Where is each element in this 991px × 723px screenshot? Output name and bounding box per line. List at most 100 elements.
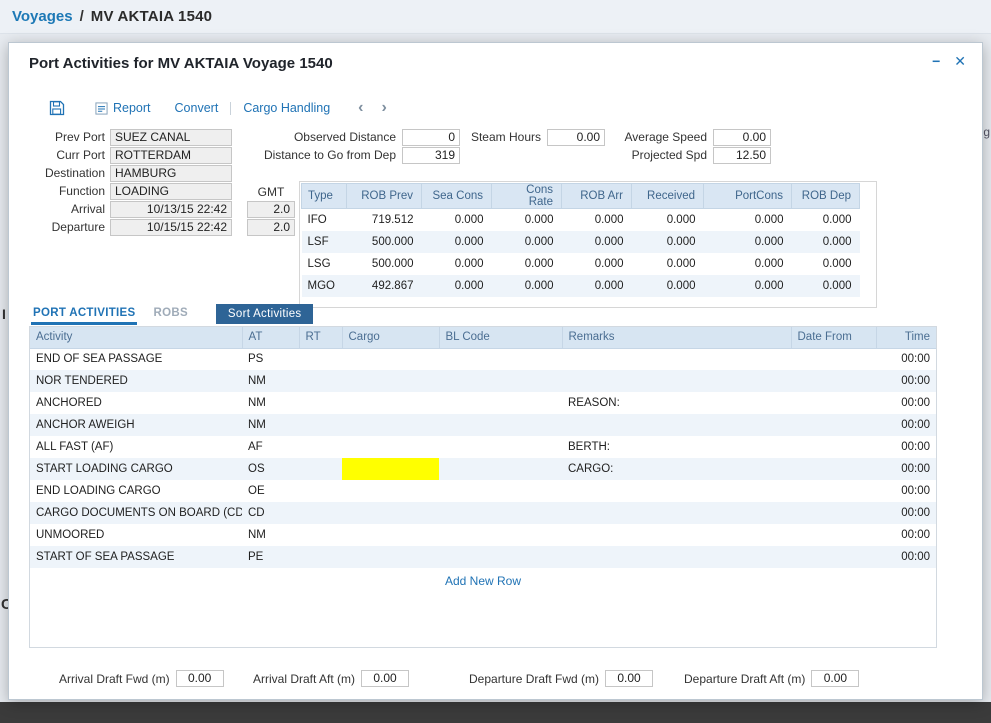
cargo-cell[interactable] (342, 370, 439, 392)
bl-code-cell[interactable] (439, 348, 562, 370)
rt-cell[interactable] (299, 546, 342, 568)
bl-code-cell[interactable] (439, 414, 562, 436)
tab-port-activities[interactable]: PORT ACTIVITIES (31, 304, 137, 325)
date-from-cell[interactable] (791, 458, 876, 480)
arrival-gmt-field[interactable]: 2.0 (247, 201, 295, 218)
date-from-cell[interactable] (791, 502, 876, 524)
time-cell[interactable]: 00:00 (876, 414, 936, 436)
rt-cell[interactable] (299, 392, 342, 414)
remarks-cell[interactable] (562, 414, 791, 436)
departure-gmt-field[interactable]: 2.0 (247, 219, 295, 236)
remarks-cell[interactable] (562, 370, 791, 392)
date-from-cell[interactable] (791, 480, 876, 502)
cargo-cell[interactable] (342, 458, 439, 480)
rob-type-cell[interactable]: LSF (302, 231, 347, 253)
remarks-cell[interactable]: REASON: (562, 392, 791, 414)
at-cell[interactable]: OE (242, 480, 299, 502)
time-cell[interactable]: 00:00 (876, 370, 936, 392)
at-cell[interactable]: NM (242, 414, 299, 436)
activity-cell[interactable]: ALL FAST (AF) (30, 436, 242, 458)
activity-cell[interactable]: ANCHORED (30, 392, 242, 414)
destination-field[interactable]: HAMBURG (110, 165, 232, 182)
bl-code-cell[interactable] (439, 436, 562, 458)
time-cell[interactable]: 00:00 (876, 458, 936, 480)
departure-date-field[interactable]: 10/15/15 22:42 (110, 219, 232, 236)
cargo-cell[interactable] (342, 436, 439, 458)
cargo-cell[interactable] (342, 502, 439, 524)
rob-value-cell[interactable]: 0.000 (562, 275, 632, 297)
rob-value-cell[interactable]: 0.000 (704, 209, 792, 231)
activity-cell[interactable]: CARGO DOCUMENTS ON BOARD (CD) (30, 502, 242, 524)
rob-value-cell[interactable]: 0.000 (422, 253, 492, 275)
steam-hours-field[interactable]: 0.00 (547, 129, 605, 146)
date-from-cell[interactable] (791, 392, 876, 414)
cargo-handling-button[interactable]: Cargo Handling (243, 101, 330, 115)
bl-code-cell[interactable] (439, 524, 562, 546)
arrival-draft-aft-field[interactable]: 0.00 (361, 670, 409, 687)
rob-value-cell[interactable]: 0.000 (704, 275, 792, 297)
date-from-cell[interactable] (791, 348, 876, 370)
activity-cell[interactable]: ANCHOR AWEIGH (30, 414, 242, 436)
date-from-cell[interactable] (791, 436, 876, 458)
cargo-cell[interactable] (342, 480, 439, 502)
report-button[interactable]: Report (95, 101, 151, 115)
remarks-cell[interactable]: CARGO: (562, 458, 791, 480)
cargo-cell[interactable] (342, 414, 439, 436)
time-cell[interactable]: 00:00 (876, 392, 936, 414)
rob-type-cell[interactable]: LSG (302, 253, 347, 275)
rt-cell[interactable] (299, 436, 342, 458)
rt-cell[interactable] (299, 370, 342, 392)
bl-code-cell[interactable] (439, 392, 562, 414)
rob-value-cell[interactable]: 0.000 (792, 253, 860, 275)
remarks-cell[interactable] (562, 348, 791, 370)
rob-value-cell[interactable]: 0.000 (422, 209, 492, 231)
observed-distance-field[interactable]: 0 (402, 129, 460, 146)
bl-code-cell[interactable] (439, 370, 562, 392)
minimize-icon[interactable]: − (932, 53, 940, 70)
rob-value-cell[interactable]: 719.512 (347, 209, 422, 231)
save-icon[interactable] (49, 100, 65, 116)
activity-cell[interactable]: START LOADING CARGO (30, 458, 242, 480)
time-cell[interactable]: 00:00 (876, 524, 936, 546)
rt-cell[interactable] (299, 524, 342, 546)
bl-code-cell[interactable] (439, 458, 562, 480)
rob-value-cell[interactable]: 0.000 (492, 253, 562, 275)
activity-cell[interactable]: END LOADING CARGO (30, 480, 242, 502)
rob-value-cell[interactable]: 0.000 (492, 209, 562, 231)
remarks-cell[interactable] (562, 502, 791, 524)
at-cell[interactable]: NM (242, 392, 299, 414)
rob-value-cell[interactable]: 0.000 (704, 231, 792, 253)
prev-port-arrow-icon[interactable]: ‹ (358, 101, 363, 115)
rob-type-cell[interactable]: MGO (302, 275, 347, 297)
time-cell[interactable]: 00:00 (876, 436, 936, 458)
bl-code-cell[interactable] (439, 480, 562, 502)
time-cell[interactable]: 00:00 (876, 480, 936, 502)
average-speed-field[interactable]: 0.00 (713, 129, 771, 146)
rob-type-cell[interactable]: IFO (302, 209, 347, 231)
departure-draft-aft-field[interactable]: 0.00 (811, 670, 859, 687)
function-field[interactable]: LOADING (110, 183, 232, 200)
rt-cell[interactable] (299, 458, 342, 480)
next-port-arrow-icon[interactable]: › (382, 101, 387, 115)
date-from-cell[interactable] (791, 524, 876, 546)
projected-speed-field[interactable]: 12.50 (713, 147, 771, 164)
prev-port-field[interactable]: SUEZ CANAL (110, 129, 232, 146)
rob-value-cell[interactable]: 492.867 (347, 275, 422, 297)
activity-cell[interactable]: UNMOORED (30, 524, 242, 546)
activity-cell[interactable]: START OF SEA PASSAGE (30, 546, 242, 568)
time-cell[interactable]: 00:00 (876, 348, 936, 370)
rob-value-cell[interactable]: 500.000 (347, 253, 422, 275)
rob-value-cell[interactable]: 0.000 (632, 231, 704, 253)
breadcrumb-voyages-link[interactable]: Voyages (12, 8, 73, 25)
at-cell[interactable]: PE (242, 546, 299, 568)
at-cell[interactable]: NM (242, 370, 299, 392)
rt-cell[interactable] (299, 414, 342, 436)
rob-value-cell[interactable]: 0.000 (562, 231, 632, 253)
rob-value-cell[interactable]: 0.000 (422, 275, 492, 297)
rob-value-cell[interactable]: 0.000 (792, 209, 860, 231)
rob-value-cell[interactable]: 500.000 (347, 231, 422, 253)
rob-value-cell[interactable]: 0.000 (632, 275, 704, 297)
curr-port-field[interactable]: ROTTERDAM (110, 147, 232, 164)
arrival-date-field[interactable]: 10/13/15 22:42 (110, 201, 232, 218)
at-cell[interactable]: NM (242, 524, 299, 546)
